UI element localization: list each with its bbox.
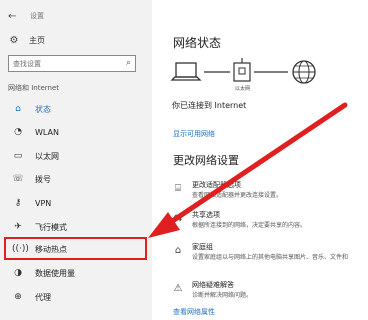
sidebar-item-label: 飞行模式 bbox=[35, 222, 67, 232]
sidebar-item-ethernet[interactable]: ▭ 以太网 bbox=[0, 145, 152, 167]
option-homegroup[interactable]: ⌂ 家庭组 设置家庭组以与网络上的其他电脑共享图片、音乐、文件和 bbox=[172, 242, 362, 270]
network-properties-link[interactable]: 查看网络属性 bbox=[173, 307, 215, 317]
show-networks-link[interactable]: 显示可用网络 bbox=[173, 129, 215, 139]
option-desc: 查看网络适配器并更改连接设置。 bbox=[192, 192, 283, 199]
search-icon: ⌕ bbox=[125, 58, 131, 68]
title-bar: ← 设置 bbox=[8, 8, 44, 24]
sidebar-item-label: 拨号 bbox=[35, 174, 51, 184]
sidebar-item-status[interactable]: ⌂ 状态 bbox=[0, 98, 152, 120]
adapter-icon: ⌸ bbox=[175, 183, 181, 194]
sidebar-item-proxy[interactable]: ⊕ 代理 bbox=[0, 286, 152, 308]
window-title: 设置 bbox=[30, 12, 44, 20]
sidebar-item-data-usage[interactable]: ◑ 数据使用量 bbox=[0, 262, 152, 284]
sidebar-item-label: 以太网 bbox=[35, 151, 59, 161]
section-title: 网络和 Internet bbox=[8, 84, 60, 92]
back-arrow-icon[interactable]: ← bbox=[8, 11, 22, 22]
sidebar-item-label: 代理 bbox=[35, 292, 51, 302]
search-input[interactable]: 查找设置 ⌕ bbox=[8, 55, 136, 72]
option-title: 更改适配器选项 bbox=[192, 181, 241, 189]
option-desc: 根据所连接到的网络，决定要共享的内容。 bbox=[192, 222, 307, 229]
option-title: 共享选项 bbox=[192, 211, 220, 219]
ethernet-icon: ▭ bbox=[13, 151, 23, 161]
sidebar-item-label: VPN bbox=[35, 198, 52, 208]
option-title: 家庭组 bbox=[192, 243, 213, 251]
sidebar-item-dialup[interactable]: ☏ 拨号 bbox=[0, 168, 152, 190]
gear-icon: ⚙ bbox=[9, 34, 19, 46]
option-troubleshoot[interactable]: ⚠ 网络疑难解答 诊断并解决网络问题。 bbox=[172, 280, 362, 308]
sharing-icon: ⇆ bbox=[173, 213, 183, 224]
change-settings-title: 更改网络设置 bbox=[173, 154, 239, 167]
sidebar-item-label: WLAN bbox=[35, 127, 60, 137]
sidebar-item-airplane[interactable]: ✈ 飞行模式 bbox=[0, 216, 152, 238]
wifi-icon: ◔ bbox=[14, 127, 22, 137]
connection-status: 你已连接到 Internet bbox=[172, 101, 247, 110]
data-usage-icon: ◑ bbox=[14, 268, 22, 278]
globe-icon: ⊕ bbox=[14, 292, 22, 302]
sidebar-item-home[interactable]: ⚙ 主页 bbox=[8, 32, 45, 48]
ethernet-port-icon bbox=[233, 58, 251, 82]
vpn-icon: ⚷ bbox=[14, 198, 22, 208]
option-desc: 诊断并解决网络问题。 bbox=[192, 292, 253, 299]
homegroup-icon: ⌂ bbox=[174, 245, 182, 256]
sidebar: ← 设置 ⚙ 主页 查找设置 ⌕ 网络和 Internet ⌂ 状态 ◔ WLA… bbox=[0, 0, 152, 320]
page-title: 网络状态 bbox=[173, 36, 222, 50]
airplane-icon: ✈ bbox=[14, 222, 22, 232]
option-desc: 设置家庭组以与网络上的其他电脑共享图片、音乐、文件和 bbox=[192, 254, 349, 261]
option-adapter[interactable]: ⌸ 更改适配器选项 查看网络适配器并更改连接设置。 bbox=[172, 180, 362, 208]
sidebar-item-vpn[interactable]: ⚷ VPN bbox=[0, 192, 152, 214]
laptop-icon bbox=[170, 62, 202, 81]
dialup-icon: ☏ bbox=[12, 174, 24, 184]
network-diagram: 以太网 bbox=[170, 58, 316, 92]
sidebar-item-label: 状态 bbox=[35, 104, 51, 114]
warning-icon: ⚠ bbox=[173, 283, 183, 294]
hotspot-highlight-box bbox=[4, 237, 147, 260]
sidebar-item-label: 数据使用量 bbox=[35, 268, 75, 278]
option-title: 网络疑难解答 bbox=[192, 281, 234, 289]
internet-globe-icon bbox=[292, 60, 316, 84]
diagram-label: 以太网 bbox=[235, 85, 250, 92]
sidebar-item-wlan[interactable]: ◔ WLAN bbox=[0, 121, 152, 143]
home-label: 主页 bbox=[29, 35, 45, 45]
status-icon: ⌂ bbox=[15, 104, 21, 114]
search-placeholder: 查找设置 bbox=[13, 59, 41, 68]
option-sharing[interactable]: ⇆ 共享选项 根据所连接到的网络，决定要共享的内容。 bbox=[172, 210, 362, 238]
